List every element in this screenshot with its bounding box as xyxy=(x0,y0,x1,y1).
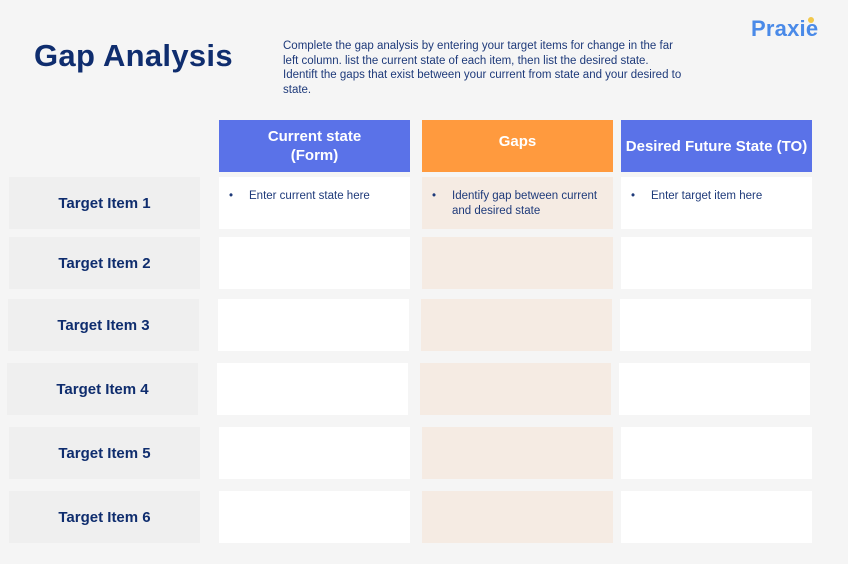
desired-state-cell[interactable] xyxy=(621,427,812,479)
target-item-label: Target Item 5 xyxy=(58,444,151,462)
cell-text: Identify gap between current and desired… xyxy=(452,190,598,217)
bullet-icon: • xyxy=(631,190,636,202)
column-header-gaps: Gaps xyxy=(422,120,613,172)
gap-cell[interactable] xyxy=(420,363,611,415)
bullet-icon: • xyxy=(229,190,234,202)
current-state-cell[interactable] xyxy=(217,363,408,415)
cell-text: Enter target item here xyxy=(651,190,763,202)
gap-cell[interactable] xyxy=(421,299,612,351)
instructions-text: Complete the gap analysis by entering yo… xyxy=(283,40,682,96)
desired-state-cell[interactable] xyxy=(621,237,812,289)
row-label: Target Item 6 xyxy=(9,491,200,543)
bullet-icon: • xyxy=(432,190,437,202)
current-state-cell[interactable] xyxy=(219,427,410,479)
desired-state-cell[interactable]: • Enter target item here xyxy=(621,177,812,229)
gap-cell[interactable]: • Identify gap between current and desire… xyxy=(422,177,613,229)
logo-dot-icon xyxy=(808,17,814,23)
column-header-current: Current state (Form) xyxy=(219,120,410,172)
bullet-item: • Identify gap between current and desire… xyxy=(430,189,605,219)
target-item-label: Target Item 2 xyxy=(58,254,151,272)
column-header-desired-label: Desired Future State (TO) xyxy=(625,137,808,155)
current-state-cell[interactable]: • Enter current state here xyxy=(219,177,410,229)
bullet-item: • Enter current state here xyxy=(227,189,402,204)
target-item-label: Target Item 4 xyxy=(56,380,149,398)
gap-cell[interactable] xyxy=(422,427,613,479)
row-label: Target Item 5 xyxy=(9,427,200,479)
desired-state-cell[interactable] xyxy=(621,491,812,543)
desired-state-cell[interactable] xyxy=(619,363,810,415)
bullet-item: • Enter target item here xyxy=(629,189,804,204)
current-state-cell[interactable] xyxy=(218,299,409,351)
desired-state-cell[interactable] xyxy=(620,299,811,351)
target-item-label: Target Item 3 xyxy=(57,316,150,334)
column-header-gaps-label: Gaps xyxy=(498,133,537,150)
current-state-cell[interactable] xyxy=(219,491,410,543)
target-item-label: Target Item 1 xyxy=(58,194,151,212)
row-label: Target Item 2 xyxy=(9,237,200,289)
gap-cell[interactable] xyxy=(422,237,613,289)
target-item-label: Target Item 6 xyxy=(58,508,151,526)
page-title: Gap Analysis xyxy=(34,38,233,73)
current-state-cell[interactable] xyxy=(219,237,410,289)
row-label: Target Item 3 xyxy=(8,299,199,351)
column-header-desired: Desired Future State (TO) xyxy=(621,120,812,172)
cell-text: Enter current state here xyxy=(249,190,370,202)
row-label: Target Item 4 xyxy=(7,363,198,415)
gap-cell[interactable] xyxy=(422,491,613,543)
column-header-current-label: Current state (Form) xyxy=(267,128,362,164)
row-label: Target Item 1 xyxy=(9,177,200,229)
